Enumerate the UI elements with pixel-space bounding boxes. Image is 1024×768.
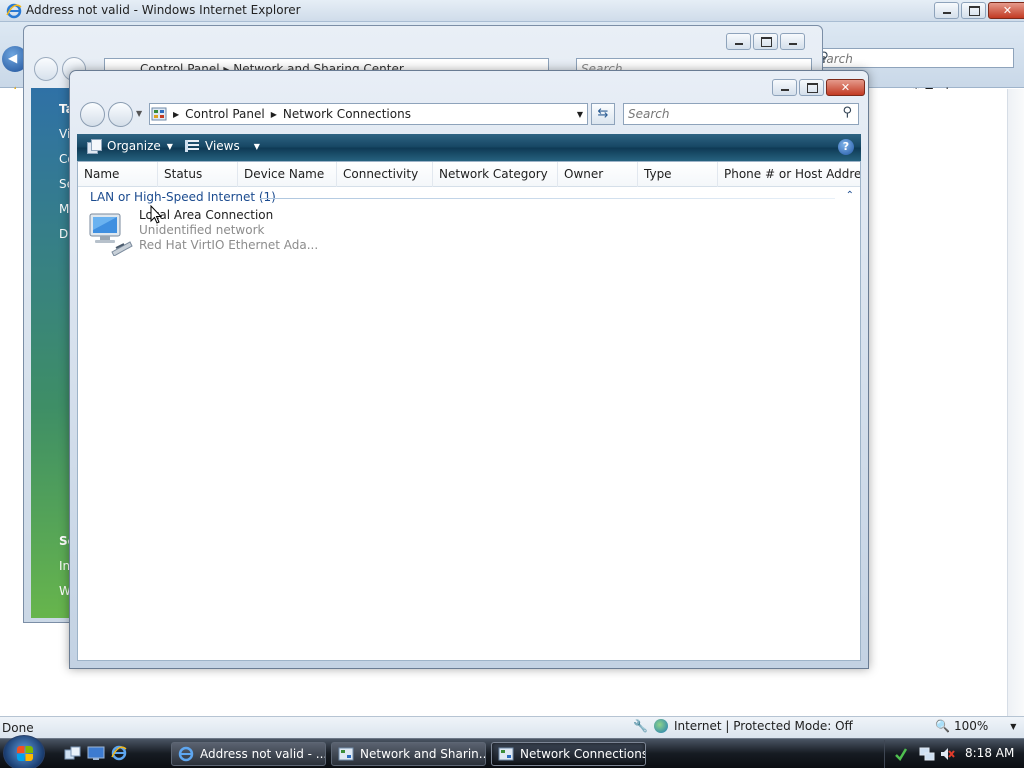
chevron-down-icon: ▼ xyxy=(166,141,173,151)
search-input[interactable]: Search ⚲ xyxy=(623,103,859,125)
organize-button[interactable]: Organize ▼ xyxy=(87,139,173,154)
zoom-control[interactable]: 🔍 100% ▼ xyxy=(935,719,1016,733)
ie-maximize-button[interactable] xyxy=(961,2,986,19)
views-button[interactable]: Views ▼ xyxy=(185,139,260,153)
column-header-phone-host[interactable]: Phone # or Host Addre... xyxy=(718,162,860,187)
breadcrumb-control-panel[interactable]: Control Panel xyxy=(185,107,265,121)
breadcrumb: ▶ Control Panel ▶ Network Connections xyxy=(173,107,411,121)
address-bar[interactable]: ▶ Control Panel ▶ Network Connections ▼ xyxy=(149,103,588,125)
globe-icon xyxy=(653,719,668,733)
chevron-down-icon[interactable]: ▼ xyxy=(577,110,583,119)
security-tray-icon[interactable] xyxy=(893,746,909,762)
taskbar-button-label: Network and Sharin... xyxy=(360,747,486,761)
taskbar-button-label: Address not valid - ... xyxy=(200,747,326,761)
ie-close-button[interactable] xyxy=(988,2,1024,19)
ie-logo-icon xyxy=(178,746,194,762)
task-link[interactable]: M xyxy=(59,202,69,216)
ie-titlebar[interactable]: Address not valid - Windows Internet Exp… xyxy=(0,0,1024,22)
views-icon xyxy=(185,140,199,152)
switch-windows-icon[interactable] xyxy=(64,745,82,761)
list-item[interactable]: Local Area Connection Unidentified netwo… xyxy=(86,208,346,260)
network-connection-icon xyxy=(89,213,133,256)
connections-list[interactable]: Name Status Device Name Connectivity Net… xyxy=(77,161,861,661)
refresh-icon[interactable]: ⇆ xyxy=(591,103,615,125)
organize-label: Organize xyxy=(107,139,161,153)
clock[interactable]: 8:18 AM xyxy=(965,746,1014,760)
chevron-right-icon[interactable]: ▶ xyxy=(271,110,277,119)
chevron-right-icon[interactable]: ▶ xyxy=(173,110,179,119)
chevron-down-icon: ▼ xyxy=(1010,721,1017,731)
show-desktop-icon[interactable] xyxy=(87,745,105,761)
ie-statusbar: Done 🔧 Internet | Protected Mode: Off 🔍 … xyxy=(0,716,1024,738)
ie-window-title: Address not valid - Windows Internet Exp… xyxy=(26,3,301,17)
ie-logo-icon xyxy=(6,3,22,19)
column-header-owner[interactable]: Owner xyxy=(558,162,638,187)
ie-quicklaunch-icon[interactable] xyxy=(110,745,128,761)
nc-close-button[interactable] xyxy=(826,79,865,96)
column-header-status[interactable]: Status xyxy=(158,162,238,187)
protected-mode-icon: 🔧 xyxy=(633,719,648,733)
search-icon[interactable]: ⚲ xyxy=(819,50,1007,65)
column-header-network-category[interactable]: Network Category xyxy=(433,162,558,187)
zoom-level: 100% xyxy=(953,719,989,733)
taskbar: Address not valid - ... Network and Shar… xyxy=(0,735,1024,768)
column-header-type[interactable]: Type xyxy=(638,162,718,187)
recent-pages-icon[interactable]: ▼ xyxy=(136,109,142,118)
ie-minimize-button[interactable] xyxy=(934,2,959,19)
security-zone[interactable]: 🔧 Internet | Protected Mode: Off xyxy=(633,719,853,733)
network-connections-window[interactable]: ▼ ▶ Control Panel ▶ Network Connections … xyxy=(69,70,869,669)
zoom-icon: 🔍 xyxy=(935,719,950,733)
organize-icon xyxy=(87,139,102,154)
nsc-close-button[interactable] xyxy=(780,33,805,50)
control-panel-icon xyxy=(151,107,167,121)
taskbar-button-network-connections[interactable]: Network Connections xyxy=(491,742,646,766)
nsc-maximize-button[interactable] xyxy=(753,33,778,50)
breadcrumb-network-connections[interactable]: Network Connections xyxy=(283,107,411,121)
connection-status: Unidentified network xyxy=(139,223,265,237)
column-header-device-name[interactable]: Device Name xyxy=(238,162,337,187)
nc-minimize-button[interactable] xyxy=(772,79,797,96)
control-panel-icon xyxy=(338,747,354,761)
nsc-minimize-button[interactable] xyxy=(726,33,751,50)
taskbar-button-label: Network Connections xyxy=(520,747,646,761)
search-icon[interactable]: ⚲ xyxy=(842,105,852,120)
views-label: Views xyxy=(205,139,240,153)
control-panel-icon xyxy=(498,747,514,761)
help-icon[interactable]: ? xyxy=(838,139,854,155)
column-header-connectivity[interactable]: Connectivity xyxy=(337,162,433,187)
start-orb-icon[interactable] xyxy=(3,735,45,768)
zone-label: Internet | Protected Mode: Off xyxy=(673,719,853,733)
group-header[interactable]: LAN or High-Speed Internet (1) xyxy=(90,190,276,204)
ie-scrollbar[interactable] xyxy=(1007,89,1024,716)
collapse-group-icon[interactable]: ⌃ xyxy=(846,190,854,201)
command-bar: Organize ▼ Views ▼ ? xyxy=(77,134,861,161)
mouse-cursor-icon xyxy=(150,205,162,224)
back-button[interactable] xyxy=(80,102,105,127)
system-tray: 8:18 AM xyxy=(884,740,1024,768)
status-text: Done xyxy=(2,721,34,735)
ie-search-input[interactable]: earch ⚲ xyxy=(816,48,1014,68)
nc-maximize-button[interactable] xyxy=(799,79,824,96)
taskbar-button-network-sharing[interactable]: Network and Sharin... xyxy=(331,742,486,766)
taskbar-button-ie[interactable]: Address not valid - ... xyxy=(171,742,326,766)
network-tray-icon[interactable] xyxy=(919,746,935,762)
chevron-down-icon: ▼ xyxy=(253,141,260,151)
volume-muted-icon[interactable] xyxy=(939,746,955,762)
group-divider xyxy=(260,198,835,199)
connection-device: Red Hat VirtIO Ethernet Ada... xyxy=(139,238,319,252)
search-placeholder: Search xyxy=(628,107,670,121)
column-headers: Name Status Device Name Connectivity Net… xyxy=(78,162,860,187)
column-header-name[interactable]: Name xyxy=(78,162,158,187)
forward-button[interactable] xyxy=(108,102,133,127)
